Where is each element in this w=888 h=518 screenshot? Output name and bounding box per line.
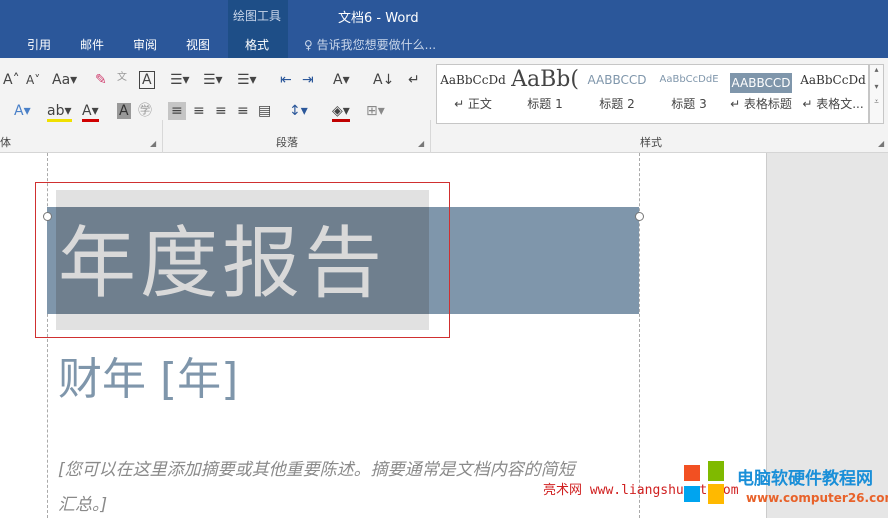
increase-indent-icon[interactable]: ⇥ bbox=[302, 72, 314, 88]
show-marks-icon[interactable]: ↵ bbox=[408, 72, 420, 88]
tab-mailings[interactable]: 邮件 bbox=[80, 36, 104, 53]
justify-icon[interactable]: ≡ bbox=[237, 103, 249, 119]
style-heading-1[interactable]: AaBb( 标题 1 bbox=[509, 65, 581, 123]
tell-me-text: 告诉我您想要做什么... bbox=[316, 38, 437, 52]
lightbulb-icon: ♀ bbox=[304, 38, 313, 52]
numbering-icon[interactable]: ☰▾ bbox=[203, 72, 223, 88]
borders-icon[interactable]: ⊞▾ bbox=[366, 103, 385, 119]
resize-handle[interactable] bbox=[635, 212, 644, 221]
style-table-text[interactable]: AaBbCcDd ↵ 表格文... bbox=[797, 65, 869, 123]
scroll-up-icon[interactable]: ▴ bbox=[870, 65, 883, 74]
resize-handle[interactable] bbox=[43, 212, 52, 221]
gallery-more-icon[interactable]: ⩡ bbox=[870, 97, 883, 107]
distributed-icon[interactable]: ▤ bbox=[258, 103, 271, 119]
paragraph-group-label: 段落 bbox=[276, 136, 298, 149]
watermark-site-name: 电脑软硬件教程网 bbox=[737, 469, 873, 489]
change-case-icon[interactable]: Aa▾ bbox=[52, 72, 77, 88]
context-group-label: 绘图工具 bbox=[233, 9, 282, 23]
char-spacing-icon[interactable]: A▾ bbox=[333, 72, 350, 88]
shading-icon[interactable]: ◈▾ bbox=[332, 103, 350, 122]
document-title: 文档6 - Word bbox=[338, 11, 419, 26]
style-name: 标题 3 bbox=[671, 97, 707, 111]
style-preview: AABBCCD bbox=[587, 73, 647, 87]
font-dialog-launcher-icon[interactable]: ◢ bbox=[150, 139, 156, 148]
char-border-icon[interactable]: A bbox=[139, 71, 155, 89]
style-preview: AaBbCcDd bbox=[800, 73, 866, 87]
text-effects-icon[interactable]: A▾ bbox=[14, 103, 31, 119]
document-subtitle[interactable]: 财年 [年] bbox=[58, 343, 238, 407]
phonetic-guide-icon[interactable]: 文 bbox=[117, 70, 127, 86]
watermark-site-url: www.computer26.com bbox=[746, 491, 888, 505]
style-table-title[interactable]: AABBCCD ↵ 表格标题 bbox=[725, 65, 797, 123]
char-shading-icon[interactable]: A bbox=[117, 103, 131, 119]
tab-format[interactable]: 格式 bbox=[245, 36, 269, 53]
highlight-box bbox=[35, 182, 450, 338]
styles-gallery: AaBbCcDd ↵ 正文 AaBb( 标题 1 AABBCCD 标题 2 AaBbC… bbox=[436, 64, 869, 124]
abstract-line-1[interactable]: [您可以在这里添加摘要或其他重要陈述。摘要通常是文档内容的简短 bbox=[58, 455, 575, 480]
margin-guide bbox=[639, 153, 640, 518]
clear-format-icon[interactable]: ✎ bbox=[95, 72, 107, 88]
sort-icon[interactable]: A↓ bbox=[373, 72, 394, 88]
style-heading-2[interactable]: AABBCCD 标题 2 bbox=[581, 65, 653, 123]
style-name: ↵ 正文 bbox=[454, 97, 492, 111]
style-preview: AaBb( bbox=[511, 67, 579, 92]
tab-view[interactable]: 视图 bbox=[186, 36, 210, 53]
bullets-icon[interactable]: ☰▾ bbox=[170, 72, 190, 88]
align-left-icon[interactable]: ≡ bbox=[168, 102, 186, 120]
grow-font-icon[interactable]: A˄ bbox=[3, 72, 20, 88]
paragraph-dialog-launcher-icon[interactable]: ◢ bbox=[418, 139, 424, 148]
enclose-char-icon[interactable]: ㊫ bbox=[138, 103, 152, 119]
style-preview: AABBCCD bbox=[730, 73, 792, 93]
tab-review[interactable]: 审阅 bbox=[133, 36, 157, 53]
scroll-down-icon[interactable]: ▾ bbox=[870, 82, 883, 91]
tell-me-box[interactable]: ♀ 告诉我您想要做什么... bbox=[304, 36, 436, 53]
shrink-font-icon[interactable]: A˅ bbox=[26, 72, 40, 88]
abstract-line-2[interactable]: 汇总。] bbox=[58, 490, 107, 515]
font-group-label: 体 bbox=[0, 136, 11, 149]
styles-dialog-launcher-icon[interactable]: ◢ bbox=[878, 139, 884, 148]
decrease-indent-icon[interactable]: ⇤ bbox=[280, 72, 292, 88]
highlight-icon[interactable]: ab▾ bbox=[47, 103, 72, 122]
styles-group-label: 样式 bbox=[640, 136, 662, 149]
align-right-icon[interactable]: ≡ bbox=[215, 103, 227, 119]
style-name: 标题 1 bbox=[527, 97, 563, 111]
tab-references[interactable]: 引用 bbox=[27, 36, 51, 53]
style-name: 标题 2 bbox=[599, 97, 635, 111]
style-normal[interactable]: AaBbCcDd ↵ 正文 bbox=[437, 65, 509, 123]
document-area: 年度报告 财年 [年] [您可以在这里添加摘要或其他重要陈述。摘要通常是文档内容… bbox=[0, 153, 888, 518]
font-color-icon[interactable]: A▾ bbox=[82, 103, 99, 122]
title-bar: 绘图工具 文档6 - Word 引用 邮件 审阅 视图 格式 ♀ 告诉我您想要做… bbox=[0, 0, 888, 58]
align-center-icon[interactable]: ≡ bbox=[193, 103, 205, 119]
style-name: ↵ 表格文... bbox=[802, 97, 864, 111]
style-name: ↵ 表格标题 bbox=[730, 97, 792, 111]
multilevel-list-icon[interactable]: ☰▾ bbox=[237, 72, 257, 88]
style-heading-3[interactable]: AaBbCcDdE 标题 3 bbox=[653, 65, 725, 123]
line-spacing-icon[interactable]: ↕▾ bbox=[289, 103, 308, 119]
gallery-scrollbar[interactable]: ▴ ▾ ⩡ bbox=[869, 64, 884, 124]
style-preview: AaBbCcDd bbox=[440, 73, 506, 87]
style-preview: AaBbCcDdE bbox=[659, 74, 719, 85]
